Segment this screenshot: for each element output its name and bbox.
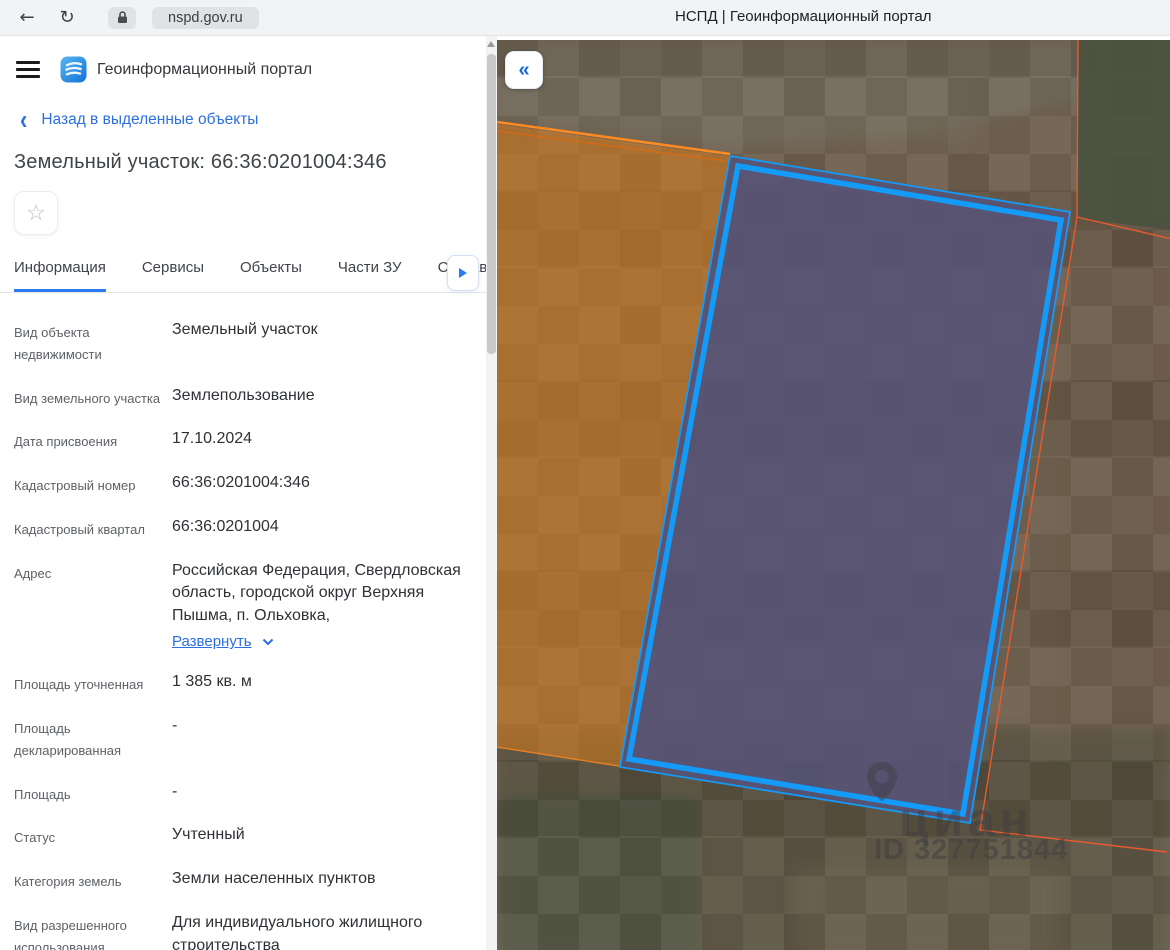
lock-icon (108, 6, 136, 29)
field-row: Дата присвоения 17.10.2024 (14, 428, 472, 453)
address-expand-link[interactable]: Развернуть (172, 631, 472, 652)
browser-refresh-icon[interactable]: ↻ (54, 7, 80, 28)
expand-label: Развернуть (172, 633, 252, 651)
field-row: Статус Учтенный (14, 824, 472, 849)
tabs-bar: Информация Сервисы Объекты Части ЗУ Сост… (0, 249, 486, 293)
double-chevron-left-icon: « (518, 58, 530, 81)
field-value: Земли населенных пунктов (172, 870, 376, 888)
chevron-down-icon (262, 638, 273, 646)
field-label: Кадастровый номер (14, 478, 136, 494)
field-value: Учтенный (172, 826, 245, 844)
field-value: Земельный участок (172, 321, 318, 338)
field-label: Вид разрешенного использования (14, 918, 127, 950)
padlock-glyph (117, 11, 127, 23)
imagery-green-zone (1077, 40, 1170, 230)
field-row: Площадь - (14, 781, 472, 806)
field-row: Кадастровый квартал 66:36:0201004 (14, 516, 472, 541)
field-label: Дата присвоения (14, 434, 118, 450)
tab-services[interactable]: Сервисы (142, 259, 204, 292)
tab-objects[interactable]: Объекты (240, 259, 302, 292)
field-label: Вид земельного участка (14, 390, 161, 406)
watermark-id: ID 327751844 (874, 834, 1068, 866)
field-row: Вид разрешенного использования Для индив… (14, 912, 472, 950)
tab-parcel-parts[interactable]: Части ЗУ (338, 259, 402, 292)
field-value: Для индивидуального жилищного строительс… (172, 914, 423, 950)
page-title: Земельный участок: 66:36:0201004:346 (14, 151, 387, 173)
field-value: 66:36:0201004:346 (172, 474, 310, 492)
attributes-list: Вид объекта недвижимости Земельный участ… (14, 319, 472, 950)
field-value: Российская Федерация, Свердловская облас… (172, 561, 461, 624)
browser-back-icon[interactable]: ← (14, 7, 40, 28)
tabs-scroll-right-button[interactable] (447, 255, 479, 291)
field-value: 17.10.2024 (172, 430, 253, 448)
field-row: Площадь уточненная 1 385 кв. м (14, 671, 472, 696)
menu-icon[interactable] (16, 57, 40, 82)
field-row: Вид объекта недвижимости Земельный участ… (14, 319, 472, 366)
field-label: Площадь уточненная (14, 677, 144, 693)
map-parcels-overlay: циан ID 327751844 (497, 40, 1170, 866)
field-label: Адрес (14, 565, 52, 581)
star-icon: ☆ (26, 200, 46, 225)
field-label: Категория земель (14, 874, 122, 890)
field-label: Кадастровый квартал (14, 522, 145, 538)
nspd-logo-icon (60, 56, 87, 83)
field-label: Вид объекта недвижимости (14, 325, 102, 362)
field-value: 66:36:0201004 (172, 518, 279, 536)
app-title: Геоинформационный портал (97, 60, 313, 78)
map[interactable]: циан ID 327751844 « (497, 40, 1170, 950)
field-label: Площадь декларированная (14, 720, 122, 758)
sidebar-collapse-button[interactable]: « (505, 51, 543, 89)
back-link-label: Назад в выделенные объекты (41, 111, 259, 128)
field-row-address: Адрес Российская Федерация, Свердловская… (14, 560, 472, 652)
browser-page-title: НСПД | Геоинформационный портал (675, 8, 932, 25)
back-to-selected-link[interactable]: ‹ Назад в выделенные объекты (20, 103, 486, 135)
field-value: 1 385 кв. м (172, 673, 252, 691)
url-field[interactable]: nspd.gov.ru (152, 6, 259, 29)
field-row: Кадастровый номер 66:36:0201004:346 (14, 472, 472, 497)
scrollbar-up-arrow-icon[interactable] (487, 41, 495, 47)
portal-header: Геоинформационный портал (16, 56, 486, 83)
field-row: Площадь декларированная - (14, 715, 472, 762)
field-label: Площадь (14, 786, 71, 802)
favorite-button[interactable]: ☆ (14, 191, 58, 235)
field-value: - (172, 782, 178, 800)
panel-scrollbar[interactable] (486, 36, 497, 950)
field-value: - (172, 716, 178, 734)
tab-list: Информация Сервисы Объекты Части ЗУ Сост… (0, 249, 486, 293)
info-panel: Геоинформационный портал ‹ Назад в выдел… (0, 36, 486, 950)
field-row: Категория земель Земли населенных пункто… (14, 868, 472, 893)
scrollbar-thumb[interactable] (487, 54, 496, 354)
field-value: Землепользование (172, 386, 315, 404)
browser-toolbar: ← ↻ nspd.gov.ru НСПД | Геоинформационный… (0, 0, 1170, 36)
field-row: Вид земельного участка Землепользование (14, 385, 472, 410)
chevron-left-icon: ‹ (20, 103, 28, 135)
triangle-right-icon (459, 268, 467, 278)
tab-information[interactable]: Информация (14, 259, 106, 292)
field-label: Статус (14, 830, 56, 846)
